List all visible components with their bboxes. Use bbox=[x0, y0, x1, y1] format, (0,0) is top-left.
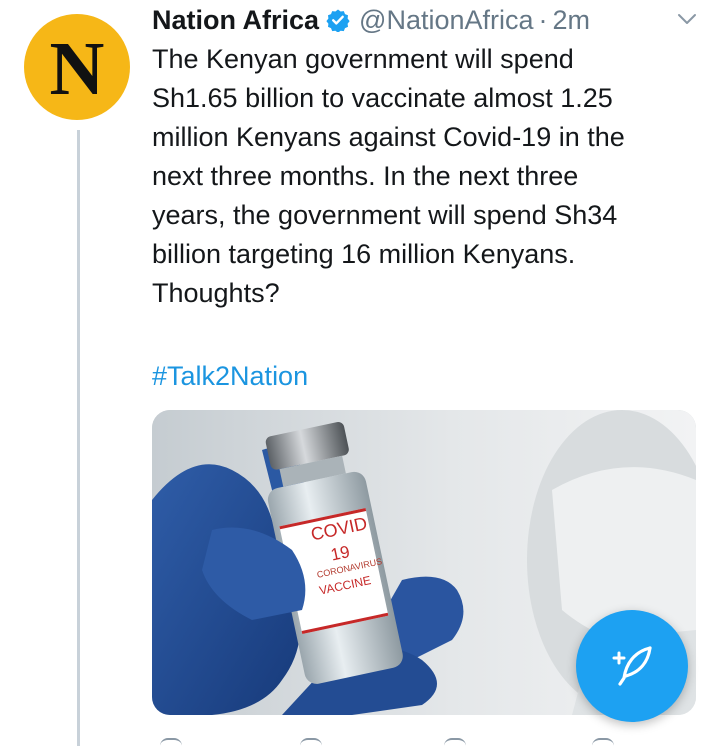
tweet-text: The Kenyan government will spend Sh1.65 … bbox=[152, 44, 625, 308]
display-name[interactable]: Nation Africa bbox=[152, 5, 319, 36]
avatar[interactable]: N bbox=[24, 14, 130, 120]
hashtag-link[interactable]: #Talk2Nation bbox=[152, 357, 308, 396]
tweet[interactable]: N Nation Africa @NationAfrica · 2m The K… bbox=[0, 0, 720, 746]
share-icon[interactable] bbox=[592, 738, 614, 746]
feather-plus-icon bbox=[612, 646, 652, 686]
chevron-down-icon[interactable] bbox=[676, 8, 698, 30]
like-icon[interactable] bbox=[444, 738, 466, 746]
thread-line bbox=[77, 130, 80, 746]
reply-icon[interactable] bbox=[160, 738, 182, 746]
separator-dot: · bbox=[538, 4, 548, 35]
retweet-icon[interactable] bbox=[300, 738, 322, 746]
verified-badge-icon bbox=[326, 9, 350, 32]
compose-tweet-button[interactable] bbox=[576, 610, 688, 722]
tweet-header: Nation Africa @NationAfrica · 2m bbox=[152, 2, 712, 38]
tweet-actions bbox=[152, 738, 652, 746]
avatar-logo: N bbox=[49, 27, 105, 111]
timestamp[interactable]: 2m bbox=[553, 5, 591, 36]
handle[interactable]: @NationAfrica bbox=[359, 5, 533, 36]
